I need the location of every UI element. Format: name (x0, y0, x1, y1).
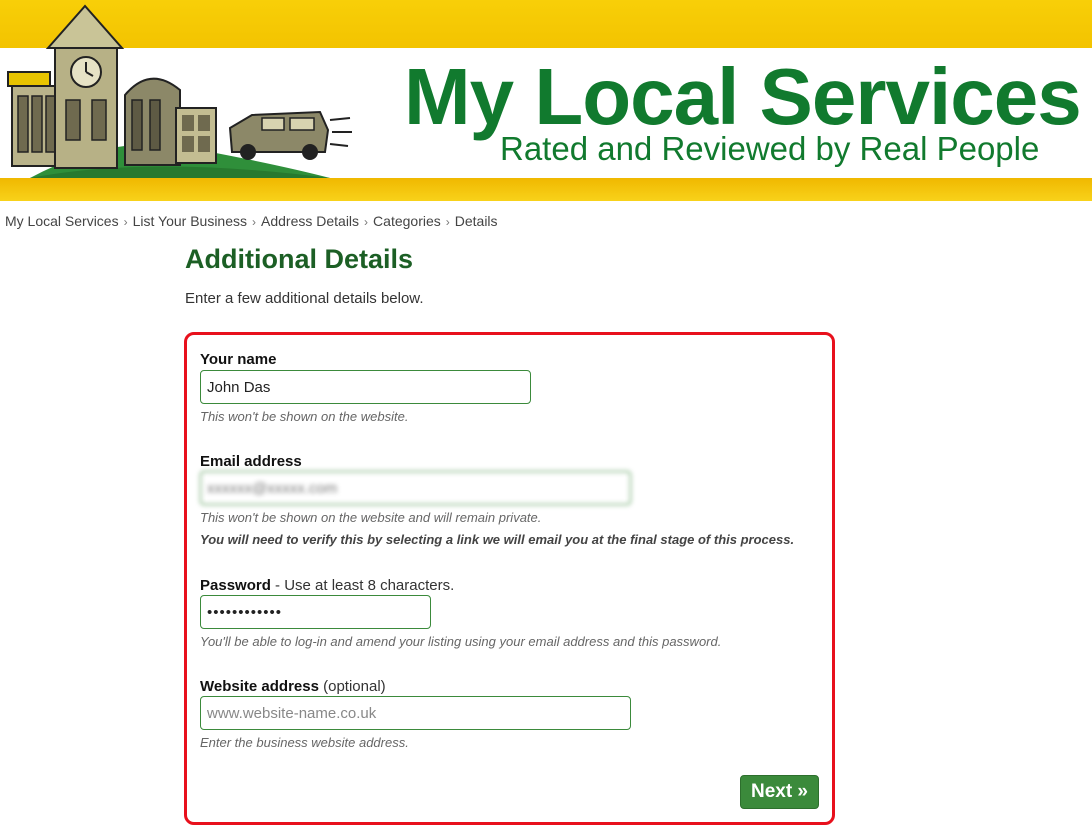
breadcrumb-separator: › (364, 215, 369, 229)
email-help: This won't be shown on the website and w… (200, 510, 542, 525)
site-title[interactable]: My Local Services (404, 52, 1084, 142)
website-help: Enter the business website address. (200, 735, 409, 750)
breadcrumb-address-details[interactable]: Address Details (261, 213, 359, 229)
password-input[interactable] (200, 595, 431, 629)
breadcrumb-current-details: Details (454, 213, 498, 229)
password-label: Password - Use at least 8 characters. (200, 577, 455, 594)
page-intro: Enter a few additional details below. (185, 290, 424, 307)
name-help: This won't be shown on the website. (200, 409, 409, 424)
site-tagline: Rated and Reviewed by Real People (500, 130, 1040, 167)
name-input[interactable] (200, 370, 531, 404)
next-button[interactable]: Next » (739, 775, 819, 809)
additional-details-form: Your name This won't be shown on the web… (184, 332, 835, 825)
town-illustration-logo[interactable] (0, 0, 360, 182)
breadcrumb-separator: › (445, 215, 450, 229)
email-verify-note: You will need to verify this by selectin… (200, 532, 795, 547)
password-help: You'll be able to log-in and amend your … (200, 634, 722, 649)
breadcrumb: My Local Services › List Your Business › Add… (5, 213, 498, 229)
site-header: My Local Services Rated and Reviewed by … (0, 0, 1092, 201)
breadcrumb-separator: › (123, 215, 128, 229)
breadcrumb-list-your-business[interactable]: List Your Business (133, 213, 247, 229)
password-label-hint: - Use at least 8 characters. (270, 577, 455, 594)
website-label-optional: (optional) (318, 678, 386, 695)
email-input[interactable] (200, 471, 631, 505)
name-label: Your name (200, 351, 277, 368)
breadcrumb-home[interactable]: My Local Services (5, 213, 119, 229)
breadcrumb-separator: › (252, 215, 256, 229)
page-title: Additional Details (185, 244, 414, 274)
email-label: Email address (200, 453, 302, 470)
breadcrumb-categories[interactable]: Categories (373, 213, 441, 229)
website-input[interactable] (200, 696, 631, 730)
website-label: Website address (optional) (200, 678, 386, 695)
